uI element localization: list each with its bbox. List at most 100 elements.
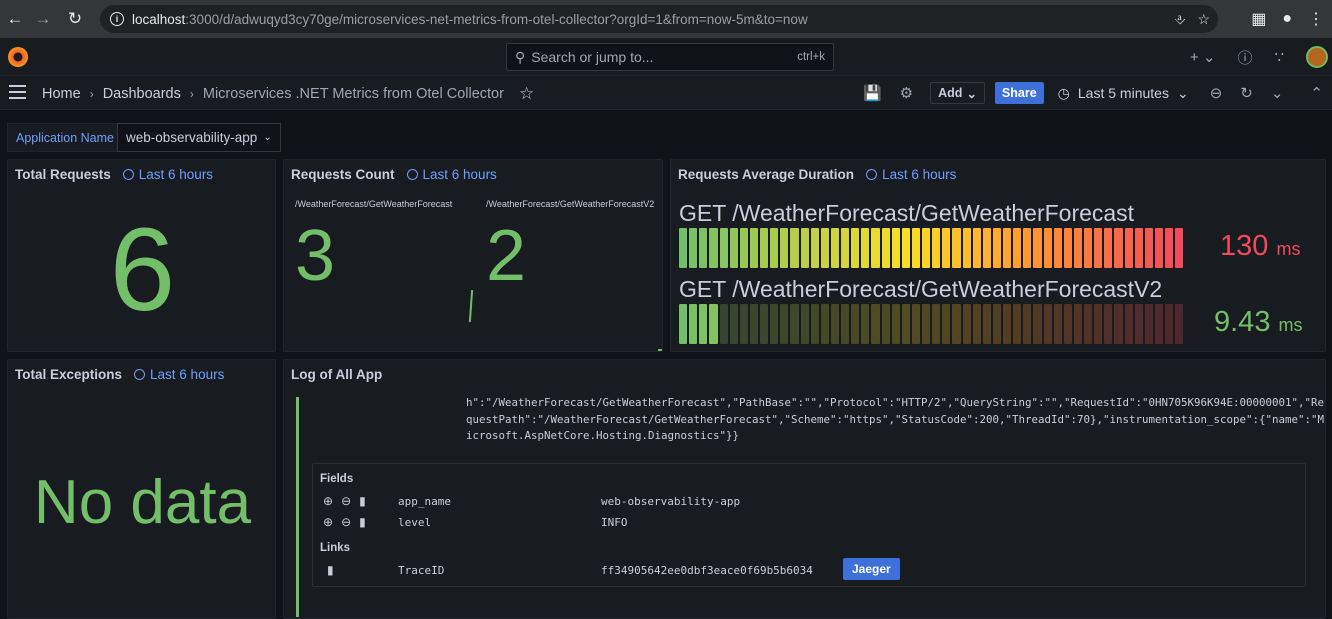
bar-gauge-cell <box>911 228 920 268</box>
stat-value: 6 <box>109 204 176 336</box>
time-info: Last 6 hours <box>406 167 497 182</box>
bar-gauge-cell <box>760 304 769 344</box>
menu-icon[interactable] <box>9 85 26 99</box>
panel-requests-average-duration[interactable]: Requests Average Duration Last 6 hours G… <box>670 159 1326 352</box>
new-plus-icon[interactable]: + ⌄ <box>1190 48 1216 66</box>
translate-icon[interactable]: ⎀ <box>1174 11 1185 28</box>
fields-heading: Fields <box>320 473 354 485</box>
application-name-select[interactable]: web-observability-app ⌄ <box>117 123 281 152</box>
extensions-icon[interactable]: ▦ <box>1251 9 1266 29</box>
bar-gauge-cell <box>1104 304 1113 344</box>
ad-hoc-stats-icon[interactable]: ▮ <box>327 563 334 577</box>
news-feed-icon[interactable]: ∵ <box>1274 48 1284 66</box>
breadcrumb-dashboards[interactable]: Dashboards <box>103 86 181 102</box>
bar-gauge-cell <box>1154 228 1163 268</box>
ad-hoc-stats-icon[interactable]: ▮ <box>359 494 366 508</box>
bar-gauge-cell <box>1175 228 1184 268</box>
variable-value: web-observability-app <box>126 130 258 145</box>
bar-gauge-cell <box>871 304 880 344</box>
filter-out-value-icon[interactable]: ⊖ <box>341 515 351 529</box>
profile-icon[interactable]: ● <box>1282 10 1292 28</box>
bar-gauge-cell <box>1144 228 1153 268</box>
bar-gauge-cell <box>962 228 971 268</box>
bar-gauge-cell <box>1043 304 1052 344</box>
panel-title: Requests Average Duration <box>678 167 855 182</box>
grafana-logo-icon[interactable] <box>8 47 28 67</box>
bar-gauge-cell <box>729 228 738 268</box>
bar-gauge-name: GET /WeatherForecast/GetWeatherForecast <box>679 200 1135 226</box>
refresh-interval-chevron-icon[interactable]: ⌄ <box>1271 84 1284 102</box>
bar-gauge-cell <box>1084 228 1093 268</box>
log-link-row: ▮ TraceID ff34905642ee0dbf3eace0f69b5b60… <box>323 558 900 580</box>
bar-gauge-cell <box>942 304 951 344</box>
panel-requests-count[interactable]: Requests Count Last 6 hours /WeatherFore… <box>283 159 663 352</box>
site-info-icon[interactable]: i <box>110 12 124 26</box>
stat-value: 2 <box>486 216 527 296</box>
clock-icon <box>134 369 146 380</box>
bar-gauge-cell <box>1175 304 1184 344</box>
forward-icon[interactable]: → <box>28 4 58 34</box>
settings-gear-icon[interactable]: ⚙ <box>900 84 913 102</box>
stat-value: 3 <box>295 216 336 296</box>
breadcrumb-home[interactable]: Home <box>42 86 81 102</box>
filter-for-value-icon[interactable]: ⊕ <box>323 494 333 508</box>
bar-gauge-cell <box>1063 304 1072 344</box>
log-field-row: ⊕ ⊖ ▮ app_name web-observability-app <box>323 492 740 510</box>
refresh-icon[interactable]: ↻ <box>1240 84 1253 102</box>
ad-hoc-stats-icon[interactable]: ▮ <box>359 515 366 529</box>
panel-title: Total Requests <box>15 167 111 182</box>
add-button[interactable]: Add ⌄ <box>930 82 985 104</box>
reload-icon[interactable]: ↻ <box>60 4 90 34</box>
panel-total-requests[interactable]: Total Requests Last 6 hours 6 <box>7 159 276 352</box>
bar-gauge-cell <box>689 228 698 268</box>
favorite-star-icon[interactable]: ☆ <box>519 84 534 104</box>
help-icon[interactable]: ⓘ <box>1237 47 1252 68</box>
clock-icon: ◷ <box>1057 84 1070 101</box>
log-level-indicator <box>296 397 299 617</box>
share-button[interactable]: Share <box>994 82 1044 104</box>
bar-gauge-cell <box>1003 304 1012 344</box>
time-range-picker[interactable]: ◷ Last 5 minutes ⌄ <box>1058 85 1189 102</box>
chevron-down-icon: ⌄ <box>263 132 272 143</box>
bar-gauge-cell <box>1084 304 1093 344</box>
avatar[interactable] <box>1306 46 1328 68</box>
time-info: Last 6 hours <box>866 167 956 182</box>
back-icon[interactable]: ← <box>0 4 30 34</box>
collapse-chevron-up-icon[interactable]: ⌃ <box>1310 84 1323 102</box>
bar-gauge-cell <box>709 304 718 344</box>
clock-icon <box>406 169 418 180</box>
filter-for-value-icon[interactable]: ⊕ <box>323 515 333 529</box>
stat-label: /WeatherForecast/GetWeatherForecast <box>295 199 453 209</box>
bar-gauge-cell <box>679 228 688 268</box>
bar-gauge-cell <box>1165 304 1174 344</box>
bar-gauge-cell <box>992 228 1001 268</box>
clock-icon <box>866 169 878 180</box>
browser-menu-icon[interactable]: ⋮ <box>1308 9 1324 29</box>
panel-title: Total Exceptions <box>15 367 123 382</box>
panel-log-of-all-app[interactable]: Log of All App h":"/WeatherForecast/GetW… <box>283 359 1326 619</box>
bar-gauge-name: GET /WeatherForecast/GetWeatherForecastV… <box>679 276 1163 302</box>
field-key: app_name <box>398 494 451 508</box>
panel-total-exceptions[interactable]: Total Exceptions Last 6 hours No data <box>7 359 276 619</box>
jaeger-link-button[interactable]: Jaeger <box>843 558 900 580</box>
breadcrumb-current-dashboard: Microservices .NET Metrics from Otel Col… <box>202 86 504 102</box>
bar-gauge-cell <box>1114 304 1123 344</box>
filter-out-value-icon[interactable]: ⊖ <box>341 494 351 508</box>
bar-gauge-cell <box>1124 304 1133 344</box>
clock-icon <box>122 169 134 180</box>
zoom-out-icon[interactable]: ⊖ <box>1210 84 1223 102</box>
bar-gauge-cell <box>841 228 850 268</box>
bar-gauge-cell <box>922 304 931 344</box>
bar-gauge-cell <box>881 304 890 344</box>
log-line-body[interactable]: h":"/WeatherForecast/GetWeatherForecast"… <box>466 395 1325 445</box>
bar-gauge-cell <box>992 304 1001 344</box>
save-icon[interactable]: 💾 <box>863 84 882 102</box>
bookmark-star-icon[interactable]: ☆ <box>1197 11 1210 28</box>
log-field-row: ⊕ ⊖ ▮ level INFO <box>323 513 628 531</box>
bar-gauge-row: GET /WeatherForecast/GetWeatherForecast … <box>679 200 1319 270</box>
bar-gauge-cell <box>790 228 799 268</box>
bar-gauge-cell <box>851 228 860 268</box>
address-bar[interactable]: i localhost:3000/d/adwuqyd3cy70ge/micros… <box>100 5 1218 33</box>
search-input[interactable]: ⚲ Search or jump to... ctrl+k <box>506 43 834 71</box>
bar-gauge-cell <box>901 304 910 344</box>
